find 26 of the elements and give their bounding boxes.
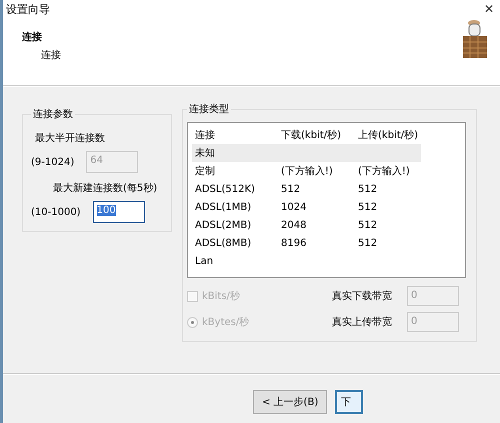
group-title: 连接参数 <box>32 108 74 121</box>
page-subtitle: 连接 <box>41 48 61 62</box>
field-label: 最大半开连接数 <box>35 132 106 145</box>
list-row[interactable]: Lan <box>192 252 421 270</box>
field-label: 真实下载带宽 <box>332 290 393 303</box>
column-header: 上传(kbit/秒) <box>358 128 420 142</box>
list-row[interactable]: 定制 (下方输入!) (下方输入!) <box>192 162 421 180</box>
page-title: 连接 <box>22 30 43 44</box>
list-row[interactable]: ADSL(512K) 512 512 <box>192 180 421 198</box>
list-row[interactable]: ADSL(8MB) 8196 512 <box>192 234 421 252</box>
field-label: 最大新建连接数(每5秒) <box>53 182 158 195</box>
next-button[interactable]: 下 <box>335 390 364 414</box>
window-title: 设置向导 <box>6 2 50 16</box>
number-field[interactable]: 100 <box>92 201 145 223</box>
column-header: 下载(kbit/秒) <box>281 128 342 142</box>
group-title: 连接类型 <box>188 102 230 116</box>
close-icon[interactable]: ✕ <box>484 2 494 16</box>
column-header: 连接 <box>195 128 216 142</box>
list-row[interactable]: ADSL(1MB) 1024 512 <box>192 198 421 216</box>
rabbit-box-icon <box>460 18 490 60</box>
range-label: (10-1000) <box>31 206 81 218</box>
list-row[interactable]: 未知 <box>192 144 421 162</box>
list-row[interactable]: ADSL(2MB) 2048 512 <box>192 216 421 234</box>
field-label: 真实上传带宽 <box>332 316 393 329</box>
back-button[interactable]: < 上一步(B) <box>253 390 328 414</box>
range-label: (9-1024) <box>31 156 74 168</box>
